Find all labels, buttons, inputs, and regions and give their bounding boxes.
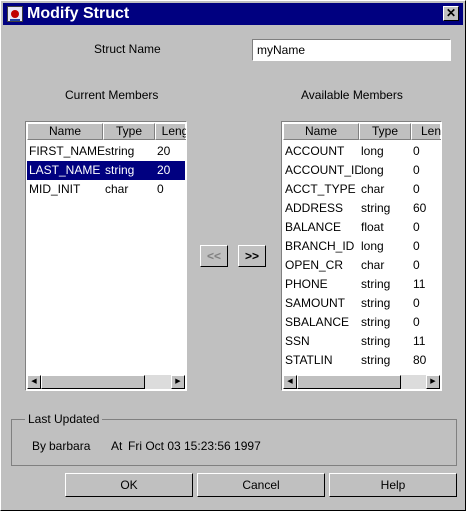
member-type: char xyxy=(361,182,385,196)
member-length: 11 xyxy=(413,334,426,348)
modify-struct-dialog: Modify Struct ✕ Struct Name Current Memb… xyxy=(0,0,466,511)
column-header-name[interactable]: Name xyxy=(27,123,103,140)
member-length: 0 xyxy=(413,296,420,310)
column-header-length[interactable]: Len xyxy=(411,123,441,140)
member-type: string xyxy=(361,277,391,291)
ok-button[interactable]: OK xyxy=(65,473,193,497)
member-row[interactable]: ADDRESS string 60 xyxy=(283,199,440,218)
member-name: PHONE xyxy=(285,277,328,291)
member-name: OPEN_CR xyxy=(285,258,344,272)
column-header-length[interactable]: Leng xyxy=(155,123,186,140)
member-length: 0 xyxy=(413,163,420,177)
member-length: 0 xyxy=(413,239,420,253)
member-row[interactable]: ACCOUNT long 0 xyxy=(283,142,440,161)
member-type: string xyxy=(361,201,391,215)
member-name: SAMOUNT xyxy=(285,296,345,310)
member-name: ACCOUNT_ID xyxy=(285,163,361,177)
title-bar: Modify Struct ✕ xyxy=(3,3,463,25)
available-members-hscrollbar[interactable]: ◀ ▶ xyxy=(283,375,440,389)
member-length: 0 xyxy=(413,258,420,272)
member-type: string xyxy=(361,296,391,310)
move-right-button[interactable]: >> xyxy=(238,245,266,267)
by-value: barbara xyxy=(49,439,91,453)
column-header-name[interactable]: Name xyxy=(283,123,359,140)
scroll-left-icon[interactable]: ◀ xyxy=(27,375,41,389)
member-type: float xyxy=(361,220,384,234)
member-row[interactable]: BALANCE float 0 xyxy=(283,218,440,237)
member-row[interactable]: MID_INIT char 0 xyxy=(27,180,185,199)
column-header-type[interactable]: Type xyxy=(359,123,411,140)
member-row[interactable]: ACCT_TYPE char 0 xyxy=(283,180,440,199)
move-left-button[interactable]: << xyxy=(200,245,228,267)
member-type: string xyxy=(105,163,135,177)
struct-name-input[interactable] xyxy=(252,39,451,61)
member-type: char xyxy=(105,182,129,196)
app-icon xyxy=(7,6,23,22)
member-name: FIRST_NAME xyxy=(29,144,105,158)
member-row[interactable]: SSN string 11 xyxy=(283,332,440,351)
scroll-right-icon[interactable]: ▶ xyxy=(426,375,440,389)
member-type: string xyxy=(361,315,391,329)
member-name: ACCT_TYPE xyxy=(285,182,356,196)
member-type: string xyxy=(361,334,391,348)
current-members-hscrollbar[interactable]: ◀ ▶ xyxy=(27,375,185,389)
help-button[interactable]: Help xyxy=(329,473,457,497)
member-row[interactable]: PHONE string 11 xyxy=(283,275,440,294)
available-members-list[interactable]: Name Type Len ACCOUNT long 0 ACCOUNT_ID long… xyxy=(281,121,442,391)
column-header-type[interactable]: Type xyxy=(103,123,155,140)
current-members-label: Current Members xyxy=(65,88,159,102)
member-name: ACCOUNT xyxy=(285,144,345,158)
scroll-thumb[interactable] xyxy=(297,375,401,389)
member-length: 80 xyxy=(413,353,427,367)
member-name: BALANCE xyxy=(285,220,342,234)
member-length: 60 xyxy=(413,201,427,215)
last-updated-title: Last Updated xyxy=(25,412,103,426)
member-type: string xyxy=(361,353,391,367)
member-type: long xyxy=(361,144,384,158)
member-name: BRANCH_ID xyxy=(285,239,355,253)
member-length: 0 xyxy=(413,144,420,158)
struct-name-label: Struct Name xyxy=(94,42,161,56)
close-icon[interactable]: ✕ xyxy=(443,6,459,21)
member-row[interactable]: SAMOUNT string 0 xyxy=(283,294,440,313)
at-label: At xyxy=(111,439,123,453)
member-name: SSN xyxy=(285,334,310,348)
member-name: STATLIN xyxy=(285,353,333,367)
current-members-header: Name Type Leng xyxy=(27,123,186,140)
available-members-label: Available Members xyxy=(301,88,403,102)
member-length: 0 xyxy=(157,182,164,196)
member-length: 0 xyxy=(413,220,420,234)
member-name: LAST_NAME xyxy=(29,163,101,177)
member-type: long xyxy=(361,163,384,177)
member-row[interactable]: BRANCH_ID long 0 xyxy=(283,237,440,256)
by-label: By xyxy=(32,439,47,453)
available-members-header: Name Type Len xyxy=(283,123,441,140)
current-members-list[interactable]: Name Type Leng FIRST_NAME string 20 LAST_NA… xyxy=(25,121,187,391)
member-length: 0 xyxy=(413,315,420,329)
member-row[interactable]: LAST_NAME string 20 xyxy=(27,161,185,180)
scroll-left-icon[interactable]: ◀ xyxy=(283,375,297,389)
member-row[interactable]: OPEN_CR char 0 xyxy=(283,256,440,275)
member-row[interactable]: ACCOUNT_ID long 0 xyxy=(283,161,440,180)
window-title: Modify Struct xyxy=(27,5,130,22)
at-value: Fri Oct 03 15:23:56 1997 xyxy=(128,439,261,453)
member-length: 20 xyxy=(157,163,171,177)
member-row[interactable]: STATLIN string 80 xyxy=(283,351,440,370)
member-type: long xyxy=(361,239,384,253)
scroll-thumb[interactable] xyxy=(41,375,145,389)
member-type: string xyxy=(105,144,135,158)
member-length: 11 xyxy=(413,277,426,291)
scroll-right-icon[interactable]: ▶ xyxy=(171,375,185,389)
member-row[interactable]: SBALANCE string 0 xyxy=(283,313,440,332)
member-name: SBALANCE xyxy=(285,315,350,329)
member-type: char xyxy=(361,258,385,272)
member-name: MID_INIT xyxy=(29,182,81,196)
member-length: 20 xyxy=(157,144,171,158)
member-name: ADDRESS xyxy=(285,201,344,215)
cancel-button[interactable]: Cancel xyxy=(197,473,325,497)
member-row[interactable]: FIRST_NAME string 20 xyxy=(27,142,185,161)
member-length: 0 xyxy=(413,182,420,196)
